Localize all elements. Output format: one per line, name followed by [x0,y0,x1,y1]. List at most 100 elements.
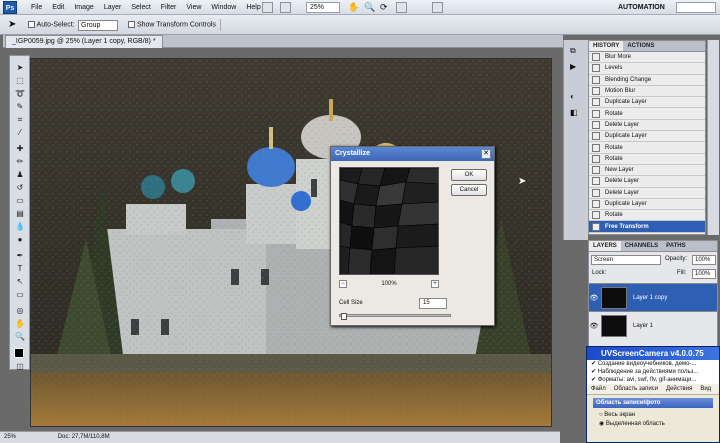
clone-stamp-tool-icon[interactable]: ♟ [13,169,27,180]
history-scrollbar[interactable] [707,40,719,235]
lasso-tool-icon[interactable]: ➰ [13,88,27,99]
tab-paths[interactable]: PATHS [662,241,689,251]
dodge-tool-icon[interactable]: ● [13,234,27,245]
rotate-view-icon[interactable]: ⟳ [380,2,391,13]
option-selected-area[interactable]: ◉ Выделенная область [587,420,719,429]
menu-view[interactable]: Вид [696,384,715,394]
history-item[interactable]: Rotate [589,154,705,165]
eraser-tool-icon[interactable]: ▭ [13,195,27,206]
history-item[interactable]: Delete Layer [589,188,705,199]
search-input[interactable] [676,2,716,13]
visibility-eye-icon[interactable]: 👁 [589,294,599,302]
history-item[interactable]: Motion Blur [589,86,705,98]
hand-tool-icon[interactable]: ✋ [348,2,359,13]
actions-panel-icon[interactable]: ▶ [570,62,576,71]
move-tool-icon[interactable]: ➤ [13,62,27,73]
menu-view[interactable]: View [181,0,206,15]
eyedropper-tool-icon[interactable]: ⁄ [13,127,27,138]
option-full-screen[interactable]: ○ Весь экран [587,411,719,420]
lock-buttons[interactable] [607,269,657,278]
bridge-icon[interactable] [262,2,273,13]
zoom-out-button[interactable]: − [339,279,347,288]
auto-select-dropdown[interactable]: Group [78,20,118,31]
history-item[interactable]: Rotate [589,210,705,222]
shape-tool-icon[interactable]: ▭ [13,289,27,300]
workspace-switcher[interactable]: AUTOMATION [618,0,665,15]
status-zoom[interactable]: 25% [0,434,16,440]
3d-rotate-tool-icon[interactable]: ◎ [13,305,27,316]
quick-mask-icon[interactable]: ◫ [13,361,27,372]
path-selection-tool-icon[interactable]: ↖ [13,276,27,287]
menu-record-area[interactable]: Область записи [610,384,662,394]
history-item[interactable]: Duplicate Layer [589,131,705,143]
history-brush-tool-icon[interactable]: ↺ [13,182,27,193]
healing-brush-tool-icon[interactable]: ✚ [13,143,27,154]
menu-window[interactable]: Window [206,0,241,15]
history-item[interactable]: Duplicate Layer [589,97,705,109]
screen-mode-icon[interactable] [432,2,443,13]
marquee-tool-icon[interactable]: ⬚ [13,75,27,86]
pen-tool-icon[interactable]: ✒ [13,250,27,261]
menu-filter[interactable]: Filter [156,0,182,15]
gradient-tool-icon[interactable]: ▤ [13,208,27,219]
menu-actions[interactable]: Действия [662,384,696,394]
history-item[interactable]: Blending Change [589,75,705,86]
blend-mode-select[interactable]: Screen [591,255,661,265]
cell-size-slider[interactable] [339,314,451,317]
tab-channels[interactable]: CHANNELS [621,241,662,251]
history-item[interactable]: New Layer [589,165,705,177]
menu-layer[interactable]: Layer [99,0,127,15]
document-tab[interactable]: _IGP0059.jpg @ 25% (Layer 1 copy, RGB/8)… [5,35,163,48]
brush-tool-icon[interactable]: ✏ [13,156,27,167]
align-buttons[interactable] [220,19,360,31]
history-item[interactable]: Delete Layer [589,176,705,188]
mini-bridge-icon[interactable] [280,2,291,13]
tab-actions[interactable]: ACTIONS [623,41,658,51]
auto-select-checkbox[interactable] [28,21,35,28]
adjustments-panel-icon[interactable]: ◐ [570,92,575,101]
visibility-eye-icon[interactable]: 👁 [589,322,599,330]
menu-edit[interactable]: Edit [47,0,69,15]
hand-tool-icon[interactable]: ✋ [13,318,27,329]
opacity-input[interactable]: 100% [692,255,716,265]
tab-layers[interactable]: LAYERS [589,241,621,251]
zoom-tool-icon[interactable]: 🔍 [364,2,375,13]
tab-history[interactable]: HISTORY [589,41,624,51]
ok-button[interactable]: OK [451,169,487,181]
zoom-select[interactable]: 25% [306,2,340,13]
layer-row[interactable]: 👁 Layer 1 [589,311,717,339]
arrange-documents-icon[interactable] [396,2,407,13]
menu-file[interactable]: Файл [587,384,610,394]
menu-select[interactable]: Select [126,0,155,15]
history-item[interactable]: Delete Layer [589,120,705,132]
move-tool-icon[interactable]: ➤ [8,19,16,30]
zoom-in-button[interactable]: + [430,279,439,288]
type-tool-icon[interactable]: T [13,263,27,274]
foreground-color-swatch[interactable] [14,348,24,358]
history-item[interactable]: Rotate [589,108,705,120]
layer-row-selected[interactable]: 👁 Layer 1 copy [589,283,717,311]
menu-image[interactable]: Image [69,0,98,15]
quick-select-tool-icon[interactable]: ✎ [13,101,27,112]
blur-tool-icon[interactable]: 💧 [13,221,27,232]
crop-tool-icon[interactable]: ⌗ [13,114,27,125]
uvscreencamera-window: UVScreenCamera v4.0.0.75 ✔ Создание виде… [586,346,720,443]
filter-preview[interactable] [339,167,439,275]
close-icon[interactable]: ✕ [481,149,491,159]
history-item-selected[interactable]: Free Transform [589,221,705,233]
show-transform-option[interactable]: Show Transform Controls [128,21,216,28]
show-transform-checkbox[interactable] [128,21,135,28]
history-item[interactable]: Levels [589,63,705,75]
history-panel-icon[interactable]: ⧉ [570,46,576,56]
zoom-tool-icon[interactable]: 🔍 [13,331,27,342]
cell-size-input[interactable]: 15 [419,298,447,309]
fill-input[interactable]: 100% [692,269,716,279]
cancel-button[interactable]: Cancel [451,184,487,196]
auto-select-option[interactable]: Auto-Select: [28,21,75,28]
history-item[interactable]: Rotate [589,142,705,154]
history-item[interactable]: Duplicate Layer [589,199,705,211]
masks-panel-icon[interactable]: ◧ [570,108,578,117]
cell-size-slider-thumb[interactable] [341,313,348,320]
menu-file[interactable]: File [26,0,47,15]
history-item[interactable]: Blur More [589,52,705,64]
